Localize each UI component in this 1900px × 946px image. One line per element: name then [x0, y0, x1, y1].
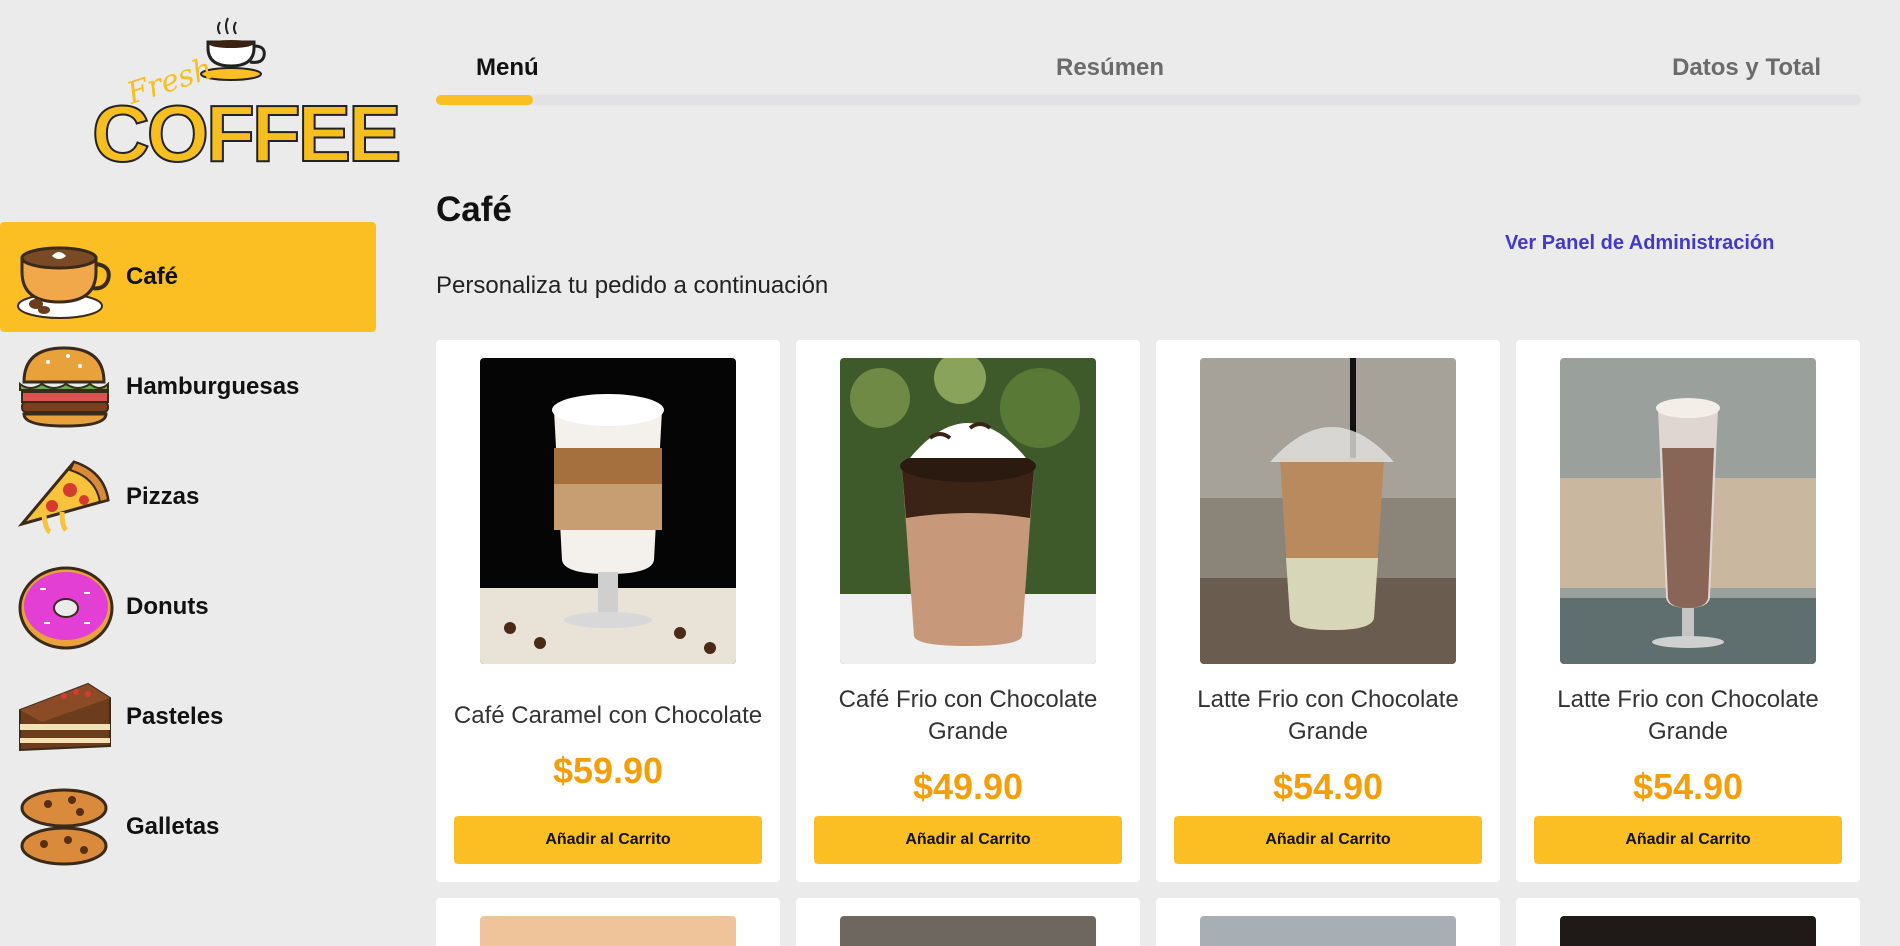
admin-panel-link[interactable]: Ver Panel de Administración — [1505, 232, 1774, 255]
product-card — [1156, 898, 1500, 946]
product-image — [480, 916, 736, 946]
category-label: Café — [126, 263, 179, 290]
category-item-pizzas[interactable]: Pizzas — [0, 442, 376, 552]
product-card: Café Caramel con Chocolate $59.90 Añadir… — [436, 340, 780, 882]
product-card — [796, 898, 1140, 946]
product-image — [1560, 916, 1816, 946]
product-price: $59.90 — [552, 750, 664, 791]
brand-coffee-text: COFFEE — [91, 89, 402, 178]
step-progress-fill — [436, 95, 533, 105]
tab-menu[interactable]: Menú — [476, 54, 539, 82]
product-price: $54.90 — [1632, 766, 1744, 807]
product-image — [840, 358, 1096, 664]
pizza-icon — [17, 460, 110, 535]
product-card: Latte Frio con Chocolate Grande $54.90 A… — [1156, 340, 1500, 882]
category-item-hamburguesas[interactable]: Hamburguesas — [0, 332, 376, 442]
category-label: Galletas — [126, 813, 220, 840]
category-label: Hamburguesas — [126, 373, 300, 400]
brand-logo: Fresh COFFEE — [91, 14, 402, 184]
category-label: Donuts — [126, 593, 209, 620]
tab-datos-total[interactable]: Datos y Total — [1672, 54, 1821, 82]
product-image — [1560, 358, 1816, 664]
product-image — [840, 916, 1096, 946]
donut-icon — [18, 566, 114, 650]
product-name: Latte Frio con Chocolate Grande — [1557, 686, 1819, 745]
category-label: Pizzas — [126, 483, 200, 510]
product-image — [1200, 358, 1456, 664]
product-card: Latte Frio con Chocolate Grande $54.90 A… — [1516, 340, 1860, 882]
category-list: Café Hamburguesas Pizzas Donuts Pasteles… — [0, 222, 376, 882]
page-title: Café — [436, 190, 512, 229]
product-image — [1200, 916, 1456, 946]
product-name: Latte Frio con Chocolate Grande — [1197, 686, 1459, 745]
product-price: $54.90 — [1272, 766, 1384, 807]
product-card — [436, 898, 780, 946]
category-item-cafe[interactable]: Café — [0, 222, 376, 332]
category-item-pasteles[interactable]: Pasteles — [0, 662, 376, 772]
page-subtitle: Personaliza tu pedido a continuación — [436, 272, 829, 299]
cookie-icon — [20, 788, 108, 866]
tab-resumen[interactable]: Resúmen — [1056, 54, 1164, 82]
sidebar: Fresh COFFEE Café Hamburguesas Pizzas Do… — [0, 0, 402, 946]
product-card — [1516, 898, 1860, 946]
cake-icon — [19, 682, 111, 752]
coffee-cup-icon — [17, 246, 111, 319]
product-name: Café Frio con Chocolate Grande — [838, 686, 1098, 745]
category-item-donuts[interactable]: Donuts — [0, 552, 376, 662]
product-price: $49.90 — [912, 766, 1024, 807]
add-to-cart-button[interactable]: Añadir al Carrito — [814, 816, 1122, 864]
step-progress-bar — [436, 95, 1861, 105]
burger-icon — [19, 346, 109, 428]
category-item-galletas[interactable]: Galletas — [0, 772, 376, 882]
category-label: Pasteles — [126, 703, 224, 730]
product-name: Café Caramel con Chocolate — [453, 702, 763, 729]
add-to-cart-button[interactable]: Añadir al Carrito — [1174, 816, 1482, 864]
add-to-cart-button[interactable]: Añadir al Carrito — [454, 816, 762, 864]
product-image — [480, 358, 736, 664]
add-to-cart-button[interactable]: Añadir al Carrito — [1534, 816, 1842, 864]
product-card: Café Frio con Chocolate Grande $49.90 Añ… — [796, 340, 1140, 882]
